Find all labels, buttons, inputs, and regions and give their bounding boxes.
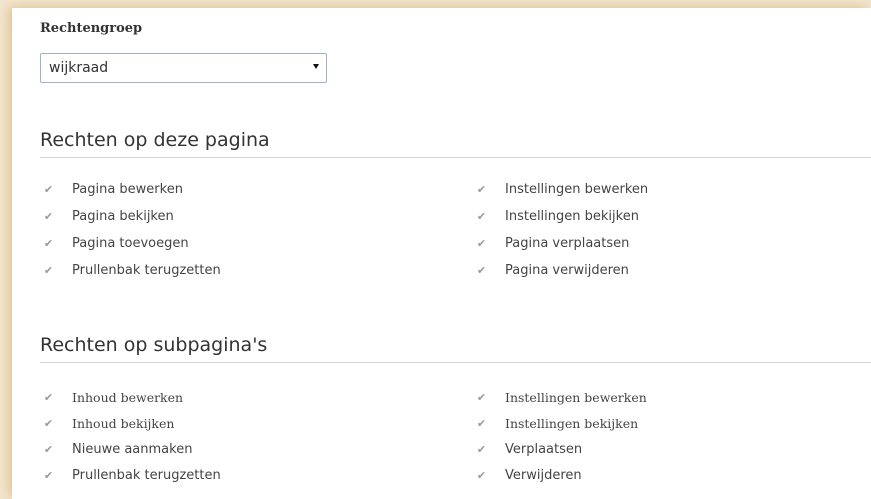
permission-content-view[interactable]: ✔ Inhoud bekijken: [42, 413, 175, 433]
checkbox-checked-icon[interactable]: ✔: [475, 210, 488, 223]
permission-label: Instellingen bewerken: [505, 389, 647, 405]
section-title-page-rights: Rechten op deze pagina: [40, 129, 270, 151]
permission-label: Pagina toevoegen: [72, 235, 189, 251]
checkbox-checked-icon[interactable]: ✔: [475, 391, 488, 404]
checkbox-checked-icon[interactable]: ✔: [42, 443, 55, 456]
checkbox-checked-icon[interactable]: ✔: [475, 469, 488, 482]
permission-label: Inhoud bekijken: [72, 415, 175, 431]
permission-create-new[interactable]: ✔ Nieuwe aanmaken: [42, 439, 193, 459]
permission-label: Instellingen bekijken: [505, 208, 639, 224]
permission-page-edit[interactable]: ✔ Pagina bewerken: [42, 179, 183, 199]
permission-page-trash-restore[interactable]: ✔ Prullenbak terugzetten: [42, 260, 221, 280]
permissions-panel: Rechtengroep wijkraad Rechten op deze pa…: [12, 8, 871, 499]
permission-label: Pagina bewerken: [72, 181, 183, 197]
permission-subpage-settings-view[interactable]: ✔ Instellingen bekijken: [475, 413, 638, 433]
checkbox-checked-icon[interactable]: ✔: [475, 183, 488, 196]
permission-label: Pagina verplaatsen: [505, 235, 630, 251]
rights-group-select[interactable]: wijkraad: [40, 53, 327, 83]
checkbox-checked-icon[interactable]: ✔: [42, 210, 55, 223]
section-title-subpage-rights: Rechten op subpagina's: [40, 334, 268, 356]
checkbox-checked-icon[interactable]: ✔: [475, 417, 488, 430]
permission-label: Inhoud bewerken: [72, 389, 184, 405]
permission-subpage-trash-restore[interactable]: ✔ Prullenbak terugzetten: [42, 465, 221, 485]
dropdown-arrow-icon: [313, 64, 319, 69]
permission-label: Nieuwe aanmaken: [72, 441, 193, 457]
permission-content-edit[interactable]: ✔ Inhoud bewerken: [42, 387, 183, 407]
section-divider: [40, 157, 871, 158]
checkbox-checked-icon[interactable]: ✔: [42, 264, 55, 277]
permission-subpage-delete[interactable]: ✔ Verwijderen: [475, 465, 582, 485]
permission-subpage-move[interactable]: ✔ Verplaatsen: [475, 439, 582, 459]
permission-label: Pagina verwijderen: [505, 262, 629, 278]
permission-label: Instellingen bewerken: [505, 181, 649, 197]
permission-label: Instellingen bekijken: [505, 415, 639, 431]
rights-group-selected-value: wijkraad: [49, 60, 109, 76]
checkbox-checked-icon[interactable]: ✔: [42, 417, 55, 430]
checkbox-checked-icon[interactable]: ✔: [42, 237, 55, 250]
permission-page-delete[interactable]: ✔ Pagina verwijderen: [475, 260, 629, 280]
permission-label: Prullenbak terugzetten: [72, 467, 221, 483]
checkbox-checked-icon[interactable]: ✔: [475, 264, 488, 277]
permission-label: Prullenbak terugzetten: [72, 262, 221, 278]
permission-page-move[interactable]: ✔ Pagina verplaatsen: [475, 233, 629, 253]
checkbox-checked-icon[interactable]: ✔: [475, 443, 488, 456]
permission-settings-view[interactable]: ✔ Instellingen bekijken: [475, 206, 639, 226]
permission-page-add[interactable]: ✔ Pagina toevoegen: [42, 233, 189, 253]
permission-label: Verplaatsen: [505, 441, 583, 457]
section-divider: [40, 362, 871, 363]
permission-subpage-settings-edit[interactable]: ✔ Instellingen bewerken: [475, 387, 647, 407]
checkbox-checked-icon[interactable]: ✔: [42, 469, 55, 482]
permission-page-view[interactable]: ✔ Pagina bekijken: [42, 206, 174, 226]
rights-group-label: Rechtengroep: [40, 21, 143, 36]
checkbox-checked-icon[interactable]: ✔: [42, 391, 55, 404]
checkbox-checked-icon[interactable]: ✔: [475, 237, 488, 250]
permission-label: Pagina bekijken: [72, 208, 174, 224]
permission-settings-edit[interactable]: ✔ Instellingen bewerken: [475, 179, 648, 199]
permission-label: Verwijderen: [505, 467, 582, 483]
checkbox-checked-icon[interactable]: ✔: [42, 183, 55, 196]
